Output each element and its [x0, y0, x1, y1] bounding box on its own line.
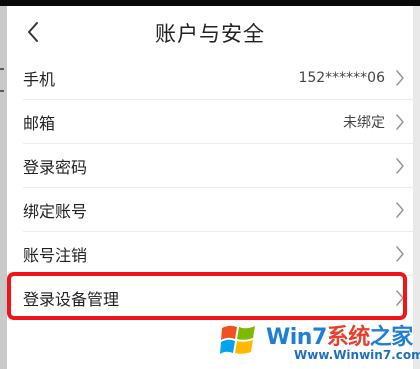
row-delete-account[interactable]: 账号注销	[7, 232, 413, 276]
account-security-panel: 账户与安全 手机 152******06 邮箱 未绑定 登录密码 绑定账号 账号…	[7, 6, 413, 369]
header-bar: 账户与安全	[7, 6, 413, 56]
background-page-edge	[413, 6, 420, 369]
row-label: 账号注销	[23, 246, 88, 265]
chevron-right-icon	[396, 290, 404, 306]
app-screen: 账户与安全 手机 152******06 邮箱 未绑定 登录密码 绑定账号 账号…	[0, 0, 420, 369]
row-label: 手机	[23, 70, 56, 89]
edge-mark	[0, 68, 4, 70]
page-title: 账户与安全	[155, 22, 265, 46]
row-bound-accounts[interactable]: 绑定账号	[7, 188, 413, 232]
row-login-password[interactable]: 登录密码	[7, 144, 413, 188]
row-label: 登录密码	[23, 158, 88, 177]
row-label: 登录设备管理	[23, 290, 120, 309]
background-page-edge	[0, 6, 7, 369]
chevron-right-icon	[396, 114, 404, 130]
edge-mark	[0, 90, 4, 92]
row-login-device-management[interactable]: 登录设备管理	[7, 276, 413, 320]
chevron-right-icon	[396, 70, 404, 86]
chevron-right-icon	[396, 202, 404, 218]
row-label: 绑定账号	[23, 202, 88, 221]
row-email[interactable]: 邮箱 未绑定	[7, 100, 413, 144]
row-phone[interactable]: 手机 152******06	[7, 56, 413, 100]
chevron-right-icon	[396, 158, 404, 174]
row-value: 未绑定	[343, 115, 385, 131]
row-label: 邮箱	[23, 114, 56, 133]
row-value: 152******06	[298, 70, 385, 86]
chevron-right-icon	[396, 246, 404, 262]
